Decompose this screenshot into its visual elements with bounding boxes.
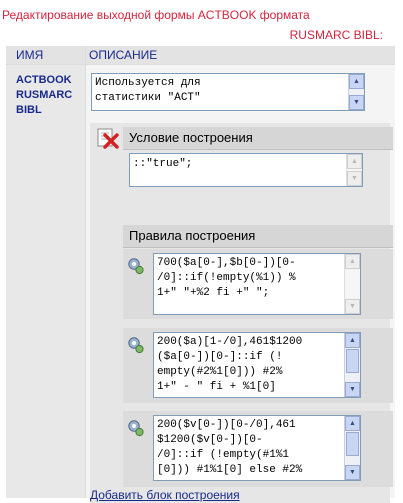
column-header-description: ОПИСАНИЕ bbox=[86, 46, 395, 64]
rule-text: 200($a)[1-/0],461$1200 ($a[0-])[0-]::if … bbox=[157, 336, 303, 393]
form-table: ИМЯ ОПИСАНИЕ ACTBOOK RUSMARC BIBL Исполь… bbox=[6, 46, 395, 503]
rule-textarea[interactable]: 200($a)[1-/0],461$1200 ($a[0-])[0-]::if … bbox=[153, 332, 361, 398]
add-build-block-link[interactable]: Добавить блок построения bbox=[90, 488, 240, 502]
rule-text: 200($v[0-])[0-/0],461 $1200($v[0-])[0- /… bbox=[157, 419, 303, 476]
condition-title: Условие построения bbox=[129, 130, 253, 145]
description-text: Используется для статистики "ACT" bbox=[95, 77, 201, 104]
scroll-thumb[interactable] bbox=[346, 349, 359, 373]
scroll-down-icon[interactable]: ▼ bbox=[345, 382, 360, 397]
rule-scrollbar[interactable]: ▲ ▼ bbox=[344, 416, 360, 480]
rule-textarea[interactable]: 700($a[0-],$b[0-])[0- /0]::if(!empty(%1)… bbox=[153, 253, 361, 315]
scroll-up-icon[interactable]: ▲ bbox=[349, 74, 364, 89]
scroll-down-icon[interactable]: ▼ bbox=[345, 299, 360, 314]
scroll-down-icon[interactable]: ▼ bbox=[345, 465, 360, 480]
page-subtitle: RUSMARC BIBL: bbox=[289, 28, 383, 42]
scroll-thumb[interactable] bbox=[346, 432, 359, 456]
condition-scrollbar[interactable]: ▲ ▼ bbox=[346, 154, 362, 186]
rule-textarea[interactable]: 200($v[0-])[0-/0],461 $1200($v[0-])[0- /… bbox=[153, 415, 361, 481]
build-block-panel: Условие построения ::"true"; ▲ ▼ Правила… bbox=[90, 123, 393, 503]
gear-edit-icon[interactable] bbox=[127, 257, 145, 275]
gear-edit-icon[interactable] bbox=[127, 336, 145, 354]
scroll-up-icon[interactable]: ▲ bbox=[345, 254, 360, 269]
condition-textarea[interactable]: ::"true"; ▲ ▼ bbox=[129, 153, 363, 187]
description-cell: Используется для статистики "ACT" ▲ ▼ Ус… bbox=[86, 65, 395, 503]
rule-row: 200($v[0-])[0-/0],461 $1200($v[0-])[0- /… bbox=[123, 411, 393, 487]
rules-title: Правила построения bbox=[129, 228, 256, 243]
name-line-3: BIBL bbox=[16, 104, 42, 116]
rule-row: 200($a)[1-/0],461$1200 ($a[0-])[0-]::if … bbox=[123, 328, 393, 403]
rule-row: 700($a[0-],$b[0-])[0- /0]::if(!empty(%1)… bbox=[123, 249, 393, 319]
condition-text: ::"true"; bbox=[133, 158, 193, 170]
name-line-2: RUSMARC bbox=[16, 89, 73, 101]
description-scrollbar[interactable]: ▲ ▼ bbox=[348, 74, 364, 110]
column-header-name: ИМЯ bbox=[6, 46, 85, 64]
rules-header: Правила построения bbox=[123, 225, 393, 248]
rule-scrollbar[interactable]: ▲ ▼ bbox=[344, 333, 360, 397]
scroll-up-icon[interactable]: ▲ bbox=[345, 333, 360, 348]
delete-x-icon[interactable] bbox=[97, 127, 119, 149]
gear-edit-icon[interactable] bbox=[127, 419, 145, 437]
name-line-1: ACTBOOK bbox=[16, 74, 72, 86]
scroll-down-icon[interactable]: ▼ bbox=[347, 171, 362, 186]
page-title: Редактирование выходной формы ACTBOOK фо… bbox=[2, 8, 310, 22]
rule-text: 700($a[0-],$b[0-])[0- /0]::if(!empty(%1)… bbox=[157, 257, 296, 299]
scroll-down-icon[interactable]: ▼ bbox=[349, 95, 364, 110]
description-textarea[interactable]: Используется для статистики "ACT" ▲ ▼ bbox=[91, 73, 365, 111]
rule-scrollbar[interactable]: ▲ ▼ bbox=[344, 254, 360, 314]
scroll-up-icon[interactable]: ▲ bbox=[347, 154, 362, 169]
condition-header: Условие построения bbox=[123, 127, 393, 150]
page-header: Редактирование выходной формы ACTBOOK фо… bbox=[0, 0, 403, 50]
scroll-up-icon[interactable]: ▲ bbox=[345, 416, 360, 431]
name-cell: ACTBOOK RUSMARC BIBL bbox=[6, 65, 85, 498]
